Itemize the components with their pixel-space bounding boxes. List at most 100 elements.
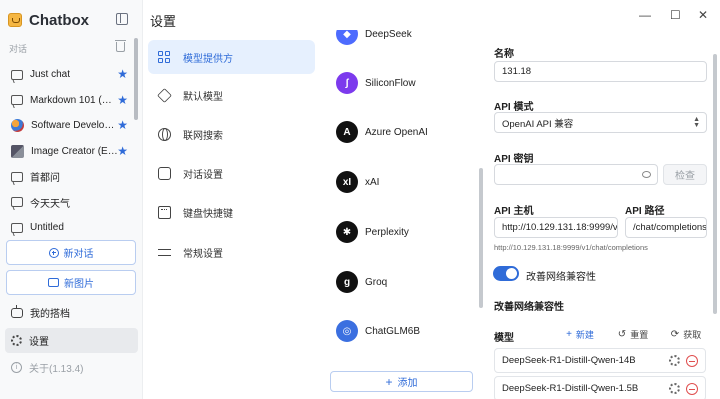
my-partners-label: 我的搭档 xyxy=(30,309,70,320)
provider-item[interactable]: ◆ DeepSeek xyxy=(336,28,412,46)
chat-item-weather[interactable]: 今天天气 xyxy=(0,190,134,216)
fetch-label: 获取 xyxy=(683,330,702,340)
config-scrollbar[interactable] xyxy=(713,54,717,314)
my-partners-item[interactable]: 我的搭档 xyxy=(5,300,138,325)
check-button[interactable]: 检查 xyxy=(663,164,707,185)
add-provider-button[interactable]: + 添加 xyxy=(330,371,473,392)
settings-label: 设置 xyxy=(29,337,49,348)
section-label: 对话 xyxy=(9,44,28,54)
star-icon[interactable]: ★ xyxy=(117,119,128,131)
trash-icon[interactable] xyxy=(115,40,126,52)
cube-icon xyxy=(157,87,172,103)
new-chat-button[interactable]: 新对话 xyxy=(6,240,136,265)
chat-settings-icon xyxy=(158,166,171,180)
model-row[interactable]: DeepSeek-R1-Distill-Qwen-14B xyxy=(494,348,706,373)
provider-item[interactable]: g Groq xyxy=(336,270,387,294)
models-label: 模型 xyxy=(494,333,514,344)
provider-logo-icon: g xyxy=(336,271,358,293)
about-label: 关于(1.13.4) xyxy=(29,364,84,375)
star-icon[interactable]: ★ xyxy=(117,145,128,157)
chat-item-image-creator[interactable]: Image Creator (E… ★ xyxy=(0,139,134,165)
provider-name: DeepSeek xyxy=(365,28,412,40)
menu-chat-settings[interactable]: 对话设置 xyxy=(148,156,315,190)
provider-name: ChatGLM6B xyxy=(365,325,421,337)
reset-icon: ↺ xyxy=(617,329,627,340)
menu-label: 对话设置 xyxy=(183,169,223,181)
chat-item-label: Just chat xyxy=(30,69,71,81)
image-icon xyxy=(48,278,59,287)
fetch-models-button[interactable]: ⟳ 获取 xyxy=(665,326,707,343)
provider-scrollbar[interactable] xyxy=(479,168,483,308)
remove-model-icon[interactable] xyxy=(686,383,698,395)
api-host-value: http://10.129.131.18:9999/v xyxy=(502,222,618,233)
provider-item[interactable]: A Azure OpenAI xyxy=(336,120,428,144)
api-path-value: /chat/completions xyxy=(633,222,707,233)
reset-label: 重置 xyxy=(630,330,649,340)
select-arrows-icon: ▲ ▼ xyxy=(693,116,700,129)
chat-item-markdown[interactable]: Markdown 101 (… ★ xyxy=(0,88,134,114)
gear-icon xyxy=(11,335,22,346)
sidebar-scrollbar[interactable] xyxy=(134,38,138,120)
provider-logo-icon: xI xyxy=(336,171,358,193)
chat-item-label: Image Creator (E… xyxy=(31,145,117,157)
provider-logo-icon: A xyxy=(336,121,358,143)
provider-item[interactable]: ✱ Perplexity xyxy=(336,220,409,244)
settings-item[interactable]: 设置 xyxy=(5,328,138,353)
provider-item[interactable]: ◎ ChatGLM6B xyxy=(336,319,420,343)
chatbox-logo-icon xyxy=(8,13,22,27)
chat-item-capital[interactable]: 首都问 xyxy=(0,164,134,190)
robot-icon xyxy=(11,304,23,318)
eye-icon[interactable] xyxy=(642,171,651,178)
close-icon[interactable]: ✕ xyxy=(698,8,708,22)
model-name: DeepSeek-R1-Distill-Qwen-14B xyxy=(502,355,636,366)
menu-keyboard-shortcuts[interactable]: 键盘快捷键 xyxy=(148,195,315,229)
minimize-icon[interactable]: — xyxy=(639,8,651,22)
chat-item-untitled[interactable]: Untitled xyxy=(0,215,134,241)
reset-models-button[interactable]: ↺ 重置 xyxy=(612,326,654,343)
star-icon[interactable]: ★ xyxy=(117,94,128,106)
model-row[interactable]: DeepSeek-R1-Distill-Qwen-1.5B xyxy=(494,376,706,399)
menu-label: 常规设置 xyxy=(183,248,223,260)
remove-model-icon[interactable] xyxy=(686,355,698,367)
about-item[interactable]: i 关于(1.13.4) xyxy=(5,355,138,380)
model-settings-gear-icon[interactable] xyxy=(669,355,680,366)
api-key-input[interactable] xyxy=(494,164,658,185)
menu-label: 键盘快捷键 xyxy=(183,208,233,220)
menu-default-model[interactable]: 默认模型 xyxy=(148,78,315,112)
chat-bubble-icon xyxy=(11,222,23,233)
provider-name: Azure OpenAI xyxy=(365,126,428,138)
provider-item[interactable]: ʃ SiliconFlow xyxy=(336,71,416,95)
api-mode-value: OpenAI API 兼容 xyxy=(502,118,574,130)
chat-item-just-chat[interactable]: Just chat ★ xyxy=(0,62,134,88)
collapse-sidebar-icon[interactable] xyxy=(116,13,128,25)
provider-name: xAI xyxy=(365,176,380,188)
chat-bubble-icon xyxy=(11,197,23,208)
api-host-input[interactable]: http://10.129.131.18:9999/v xyxy=(494,217,618,238)
provider-item[interactable]: xI xAI xyxy=(336,170,379,194)
new-model-button[interactable]: + 新建 xyxy=(559,326,601,343)
api-mode-select[interactable]: OpenAI API 兼容 ▲ ▼ xyxy=(494,112,707,133)
model-settings-gear-icon[interactable] xyxy=(669,383,680,394)
improve-network-toggle[interactable] xyxy=(493,266,519,281)
api-mode-label: API 模式 xyxy=(494,102,534,113)
menu-web-search[interactable]: 联网搜索 xyxy=(148,117,315,151)
star-icon[interactable]: ★ xyxy=(117,68,128,80)
plus-icon: + xyxy=(385,374,393,389)
maximize-icon[interactable]: ☐ xyxy=(670,8,681,22)
api-path-input[interactable]: /chat/completions xyxy=(625,217,707,238)
add-provider-label: 添加 xyxy=(397,378,418,389)
full-url-hint: http://10.129.131.18:9999/v1/chat/comple… xyxy=(494,243,648,252)
check-label: 检查 xyxy=(675,171,695,182)
chat-item-software[interactable]: Software Develo… ★ xyxy=(0,113,134,139)
improve-network-section-label: 改善网络兼容性 xyxy=(494,302,564,313)
menu-model-provider[interactable]: 模型提供方 xyxy=(148,40,315,74)
provider-logo-icon: ◎ xyxy=(336,320,358,342)
new-image-button[interactable]: 新图片 xyxy=(6,270,136,295)
name-input[interactable]: 131.18 xyxy=(494,61,707,82)
globe-icon xyxy=(158,127,171,141)
api-path-label: API 路径 xyxy=(625,206,665,217)
plus-circle-icon xyxy=(48,247,59,258)
provider-logo-icon: ✱ xyxy=(336,221,358,243)
chat-item-label: 今天天气 xyxy=(30,198,70,210)
menu-general-settings[interactable]: 常规设置 xyxy=(148,235,315,269)
